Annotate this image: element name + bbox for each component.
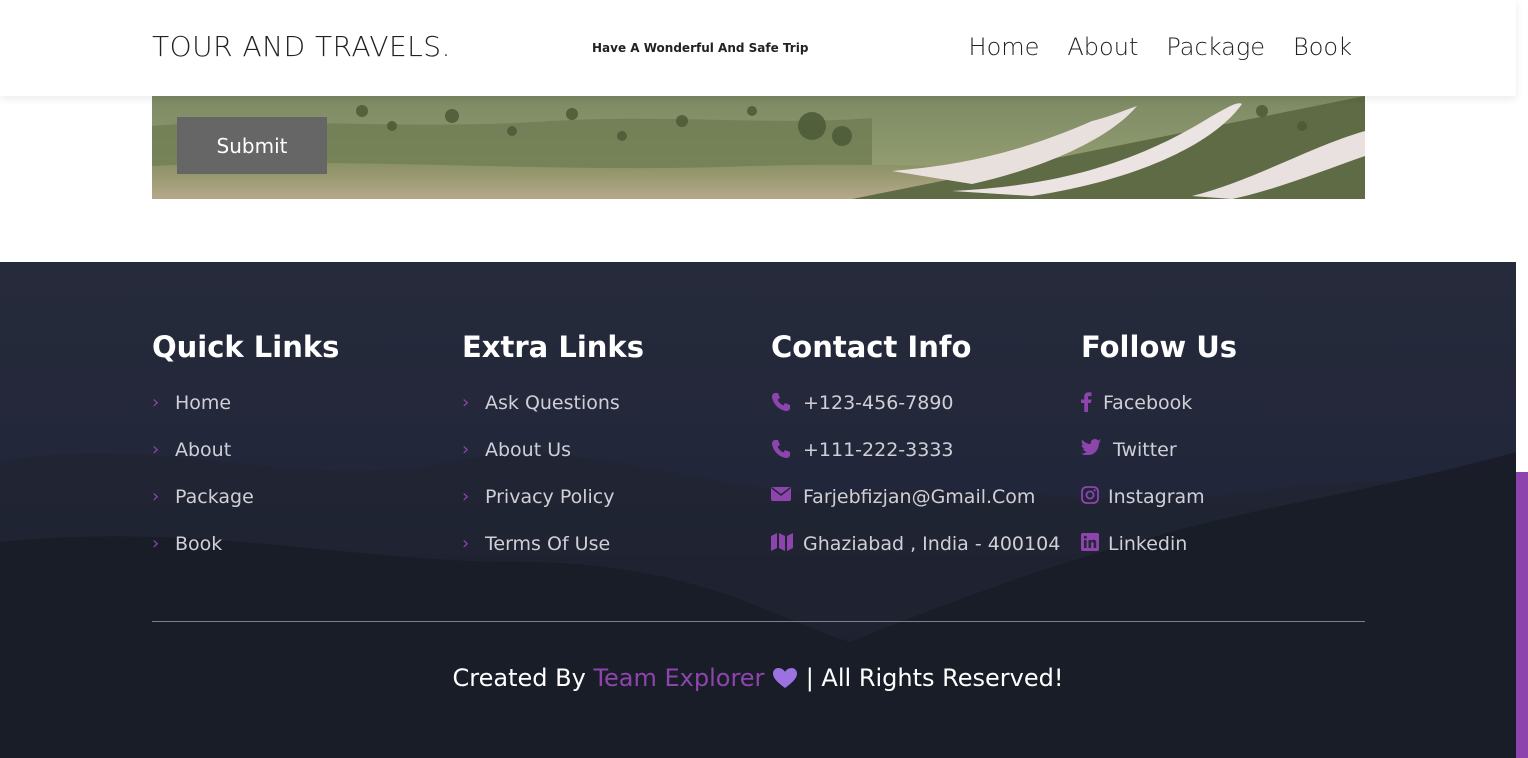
contact-item[interactable]: Ghaziabad , India - 400104 bbox=[771, 533, 1060, 580]
footer-credit: Created By Team Explorer | All Rights Re… bbox=[0, 664, 1516, 692]
social-linkedin[interactable]: Linkedin bbox=[1108, 533, 1187, 555]
booking-banner: Submit bbox=[152, 96, 1365, 199]
quick-link-about[interactable]: About bbox=[175, 439, 231, 461]
submit-button[interactable]: Submit bbox=[177, 117, 327, 174]
quick-link-item[interactable]: › Book bbox=[152, 533, 339, 580]
extra-link-item[interactable]: › Terms Of Use bbox=[462, 533, 644, 580]
contact-item[interactable]: Farjebfizjan@Gmail.Com bbox=[771, 486, 1060, 533]
phone-icon bbox=[771, 439, 793, 459]
tagline: Have A Wonderful And Safe Trip bbox=[592, 41, 809, 55]
credit-suffix: | All Rights Reserved! bbox=[805, 664, 1064, 692]
social-facebook[interactable]: Facebook bbox=[1103, 392, 1192, 414]
extra-links-title: Extra Links bbox=[462, 330, 644, 364]
chevron-right-icon: › bbox=[462, 486, 470, 507]
brand-logo[interactable]: TOUR AND TRAVELS. bbox=[152, 30, 451, 63]
contact-phone-2: +111-222-3333 bbox=[803, 439, 954, 461]
extra-links-column: Extra Links › Ask Questions › About Us › Pr… bbox=[462, 330, 644, 580]
quick-link-package[interactable]: Package bbox=[175, 486, 254, 508]
contact-item[interactable]: +111-222-3333 bbox=[771, 439, 1060, 486]
social-twitter[interactable]: Twitter bbox=[1113, 439, 1177, 461]
envelope-icon bbox=[771, 486, 793, 502]
nav-book[interactable]: Book bbox=[1293, 33, 1352, 61]
chevron-right-icon: › bbox=[462, 439, 470, 460]
nav-home[interactable]: Home bbox=[969, 33, 1040, 61]
extra-link-item[interactable]: › About Us bbox=[462, 439, 644, 486]
contact-info-title: Contact Info bbox=[771, 330, 972, 364]
chevron-right-icon: › bbox=[152, 392, 160, 413]
social-item[interactable]: Linkedin bbox=[1081, 533, 1237, 580]
chevron-right-icon: › bbox=[152, 486, 160, 507]
facebook-icon bbox=[1081, 392, 1093, 412]
nav-about[interactable]: About bbox=[1067, 33, 1138, 61]
scrollbar-thumb[interactable] bbox=[1516, 472, 1528, 758]
footer-divider bbox=[152, 621, 1365, 622]
extra-link-about-us[interactable]: About Us bbox=[485, 439, 571, 461]
follow-us-column: Follow Us Facebook Twitter Instagram Lin… bbox=[1081, 330, 1237, 580]
chevron-right-icon: › bbox=[462, 392, 470, 413]
site-header: TOUR AND TRAVELS. Have A Wonderful And S… bbox=[0, 0, 1516, 96]
extra-link-terms-of-use[interactable]: Terms Of Use bbox=[485, 533, 610, 555]
contact-email: Farjebfizjan@Gmail.Com bbox=[803, 486, 1036, 508]
chevron-right-icon: › bbox=[152, 533, 160, 554]
social-item[interactable]: Instagram bbox=[1081, 486, 1237, 533]
quick-link-item[interactable]: › Package bbox=[152, 486, 339, 533]
social-instagram[interactable]: Instagram bbox=[1108, 486, 1205, 508]
map-icon bbox=[771, 533, 793, 551]
extra-link-item[interactable]: › Ask Questions bbox=[462, 392, 644, 439]
main-nav: Home About Package Book bbox=[969, 33, 1352, 61]
contact-info-column: Contact Info +123-456-7890 +111-222-3333… bbox=[771, 330, 1060, 580]
quick-link-book[interactable]: Book bbox=[175, 533, 222, 555]
social-item[interactable]: Twitter bbox=[1081, 439, 1237, 486]
chevron-right-icon: › bbox=[152, 439, 160, 460]
contact-phone-1: +123-456-7890 bbox=[803, 392, 954, 414]
social-item[interactable]: Facebook bbox=[1081, 392, 1237, 439]
extra-link-item[interactable]: › Privacy Policy bbox=[462, 486, 644, 533]
instagram-icon bbox=[1081, 486, 1099, 504]
extra-link-ask-questions[interactable]: Ask Questions bbox=[485, 392, 620, 414]
quick-link-item[interactable]: › About bbox=[152, 439, 339, 486]
contact-item[interactable]: +123-456-7890 bbox=[771, 392, 1060, 439]
chevron-right-icon: › bbox=[462, 533, 470, 554]
contact-address: Ghaziabad , India - 400104 bbox=[803, 533, 1061, 555]
credit-prefix: Created By bbox=[452, 664, 586, 692]
linkedin-icon bbox=[1081, 533, 1099, 551]
quick-links-title: Quick Links bbox=[152, 330, 340, 364]
site-footer: Quick Links › Home › About › Package › Book … bbox=[0, 262, 1516, 758]
phone-icon bbox=[771, 392, 793, 412]
heart-icon bbox=[764, 664, 805, 692]
credit-team-link[interactable]: Team Explorer bbox=[593, 664, 764, 692]
quick-link-item[interactable]: › Home bbox=[152, 392, 339, 439]
quick-links-column: Quick Links › Home › About › Package › Book bbox=[152, 330, 339, 580]
mountain-landscape-image bbox=[152, 96, 1365, 199]
quick-link-home[interactable]: Home bbox=[175, 392, 231, 414]
extra-link-privacy-policy[interactable]: Privacy Policy bbox=[485, 486, 614, 508]
nav-package[interactable]: Package bbox=[1166, 33, 1265, 61]
twitter-icon bbox=[1081, 439, 1103, 455]
follow-us-title: Follow Us bbox=[1081, 330, 1238, 364]
